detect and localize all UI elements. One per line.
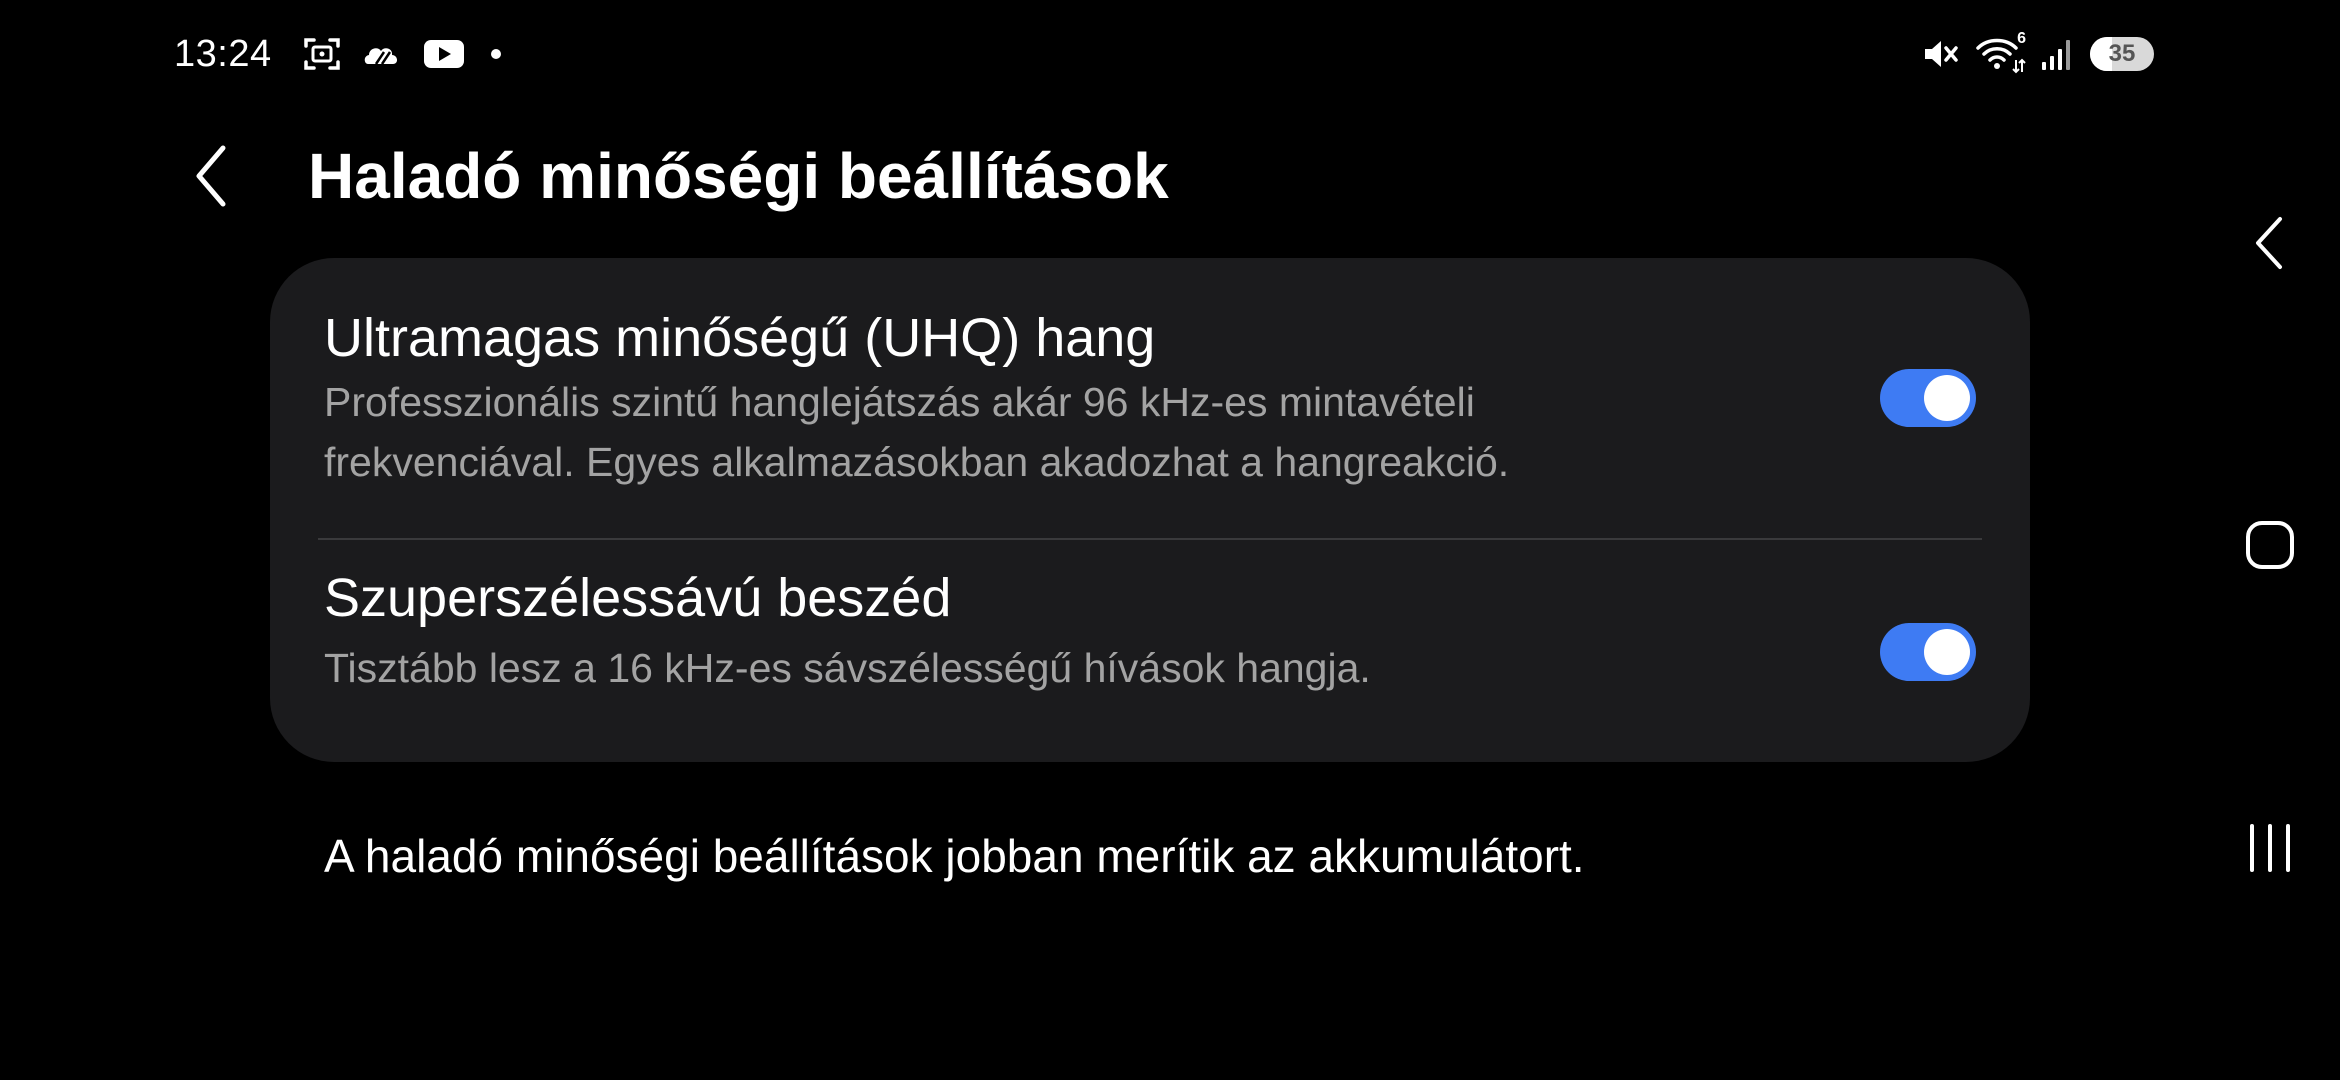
setting-description: Professzionális szintű hanglejátszás aká… bbox=[324, 379, 1510, 485]
toggle-knob bbox=[1924, 375, 1970, 421]
battery-warning-note: A haladó minőségi beállítások jobban mer… bbox=[324, 830, 1585, 882]
recents-icon bbox=[2250, 824, 2290, 872]
setting-title: Szuperszélessávú beszéd bbox=[324, 568, 952, 628]
settings-screen: 13:24 6 35 Haladó minőségi beállítások U… bbox=[0, 0, 2340, 1080]
back-button[interactable] bbox=[176, 136, 246, 216]
nav-recents-button[interactable] bbox=[2230, 808, 2310, 888]
setting-uhq-audio[interactable]: Ultramagas minőségű (UHQ) hang Professzi… bbox=[270, 258, 2030, 538]
status-bar: 13:24 6 35 bbox=[0, 0, 2200, 100]
toggle-knob bbox=[1924, 629, 1970, 675]
youtube-icon bbox=[422, 36, 466, 72]
status-bar-left: 13:24 bbox=[174, 28, 506, 80]
setting-description: Tisztább lesz a 16 kHz-es sávszélességű … bbox=[324, 645, 1371, 691]
super-wideband-speech-toggle[interactable] bbox=[1880, 623, 1976, 681]
battery-level: 35 bbox=[2108, 40, 2136, 67]
battery-indicator: 35 bbox=[2090, 37, 2154, 71]
chevron-left-icon bbox=[196, 145, 226, 207]
clock: 13:24 bbox=[174, 32, 272, 75]
wifi-badge: 6 bbox=[2017, 30, 2026, 47]
screenshot-icon bbox=[302, 34, 342, 74]
uhq-audio-toggle[interactable] bbox=[1880, 369, 1976, 427]
setting-title: Ultramagas minőségű (UHQ) hang bbox=[324, 308, 1156, 368]
signal-icon bbox=[2040, 36, 2076, 72]
setting-super-wideband-speech[interactable]: Szuperszélessávú beszéd Tisztább lesz a … bbox=[270, 540, 2030, 762]
home-icon bbox=[2246, 521, 2294, 569]
nav-back-button[interactable] bbox=[2230, 203, 2310, 283]
navigation-bar bbox=[2200, 0, 2340, 1080]
mute-icon bbox=[1920, 34, 1960, 74]
status-bar-right: 6 35 bbox=[1920, 28, 2200, 80]
notification-dot-icon bbox=[486, 44, 506, 64]
back-icon bbox=[2256, 217, 2282, 269]
nav-home-button[interactable] bbox=[2230, 505, 2310, 585]
wifi-icon: 6 bbox=[1974, 30, 2026, 74]
page-title: Haladó minőségi beállítások bbox=[308, 140, 1169, 212]
settings-card: Ultramagas minőségű (UHQ) hang Professzi… bbox=[270, 258, 2030, 762]
cloud-weather-icon bbox=[362, 34, 402, 74]
